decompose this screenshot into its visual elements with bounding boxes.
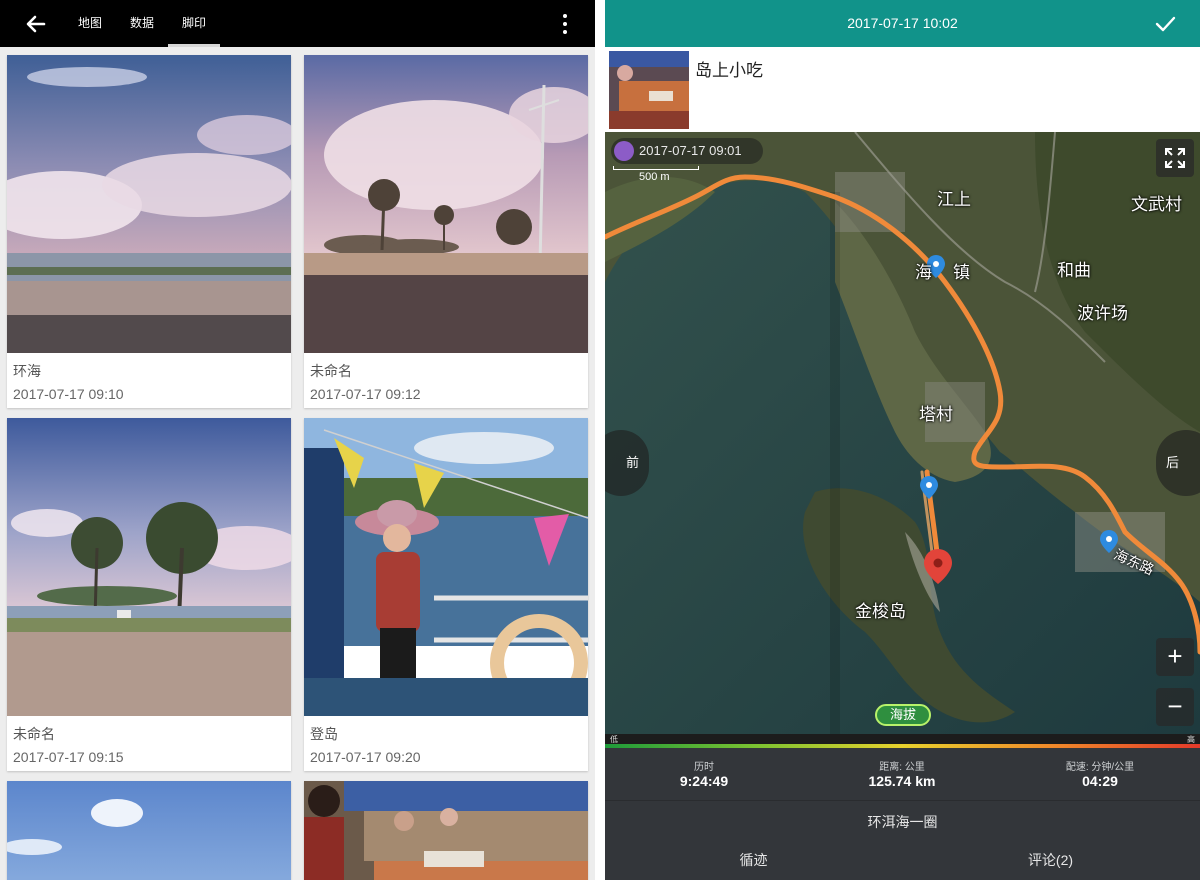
map-place-label: 塔村 (919, 405, 953, 424)
timestamp-text: 2017-07-17 09:01 (639, 143, 742, 158)
footprint-card[interactable]: 环海 2017-07-17 09:10 (7, 55, 291, 408)
footprint-gallery-pane: 地图 数据 脚印 环海 2017-07-17 09:10 未命名 2017-07… (0, 0, 595, 880)
tab-data[interactable]: 数据 (120, 0, 164, 47)
fullscreen-icon (1165, 148, 1185, 168)
zoom-in-button[interactable]: + (1156, 638, 1194, 676)
footprint-time: 2017-07-17 09:12 (310, 386, 421, 402)
footprint-title: 登岛 (310, 726, 338, 742)
detail-header: 2017-07-17 10:02 (605, 0, 1200, 47)
tab-comments[interactable]: 评论(2) (902, 842, 1199, 880)
map-place-label: 文武村 (1131, 195, 1182, 214)
map-scale-label: 500 m (639, 171, 670, 183)
top-toolbar: 地图 数据 脚印 (0, 0, 595, 47)
stat-value: 125.74 km (868, 773, 936, 789)
stat-value: 04:29 (1082, 773, 1118, 789)
footprint-card[interactable]: 未命名 2017-07-17 09:12 (304, 55, 588, 408)
stat-label: 历时 (694, 762, 714, 773)
stat-label: 距离: 公里 (879, 762, 925, 773)
poi-title: 岛上小吃 (695, 61, 763, 80)
footprint-card[interactable] (304, 781, 588, 880)
elevation-legend: 低 高 (605, 734, 1200, 748)
stat-label: 配速: 分钟/公里 (1065, 762, 1135, 773)
footprint-card[interactable] (7, 781, 291, 880)
footprint-time: 2017-07-17 09:20 (310, 749, 421, 765)
map-place-label: 江上 (937, 190, 971, 209)
check-icon[interactable] (1151, 10, 1179, 38)
footprint-time: 2017-07-17 09:10 (13, 386, 124, 402)
stats-bar: 历时 9:24:49 距离: 公里 125.74 km 配速: 分钟/公里 04… (605, 748, 1200, 800)
footprint-detail-pane: 2017-07-17 10:02 岛上小吃 2017-07-17 09:01 5… (605, 0, 1200, 880)
footprint-photo (304, 781, 588, 880)
footprint-card[interactable]: 登岛 2017-07-17 09:20 (304, 418, 588, 771)
map-place-label: 和曲 (1057, 261, 1091, 280)
map-place-label: 海 (915, 263, 932, 282)
satellite-map[interactable]: 2017-07-17 09:01 500 m 江上 文武村 海 镇 和曲 波许场… (605, 132, 1200, 744)
map-place-label: 金梭岛 (855, 602, 906, 621)
footprint-title: 环海 (13, 363, 41, 379)
footprint-photo (304, 55, 588, 353)
footprint-title: 未命名 (310, 363, 352, 379)
footprint-photo (304, 418, 588, 716)
avatar (614, 141, 634, 161)
elevation-toggle-button[interactable]: 海拔 (875, 704, 931, 726)
tab-map[interactable]: 地图 (68, 0, 112, 47)
footprint-time: 2017-07-17 09:15 (13, 749, 124, 765)
footprint-photo (7, 55, 291, 353)
map-place-label: 镇 (953, 263, 970, 282)
zoom-out-button[interactable]: − (1156, 688, 1194, 726)
map-imagery (605, 132, 1200, 744)
more-options-icon[interactable] (552, 10, 578, 38)
header-title: 2017-07-17 10:02 (847, 15, 958, 31)
map-place-label: 波许场 (1077, 304, 1128, 323)
footprint-photo (7, 418, 291, 716)
tab-footprints[interactable]: 脚印 (168, 0, 220, 47)
bottom-tab-bar: 循迹 评论(2) (605, 842, 1200, 880)
timestamp-badge[interactable]: 2017-07-17 09:01 (611, 138, 763, 164)
footprint-photo (7, 781, 291, 880)
route-name: 环洱海一圈 (605, 800, 1200, 842)
fullscreen-button[interactable] (1156, 139, 1194, 177)
stat-value: 9:24:49 (679, 773, 729, 789)
footprint-title: 未命名 (13, 726, 55, 742)
poi-thumbnail[interactable] (609, 51, 689, 129)
map-scale: 500 m (613, 166, 699, 184)
footprint-card[interactable]: 未命名 2017-07-17 09:15 (7, 418, 291, 771)
tab-follow-track[interactable]: 循迹 (605, 842, 902, 880)
back-arrow-icon[interactable] (22, 10, 50, 38)
